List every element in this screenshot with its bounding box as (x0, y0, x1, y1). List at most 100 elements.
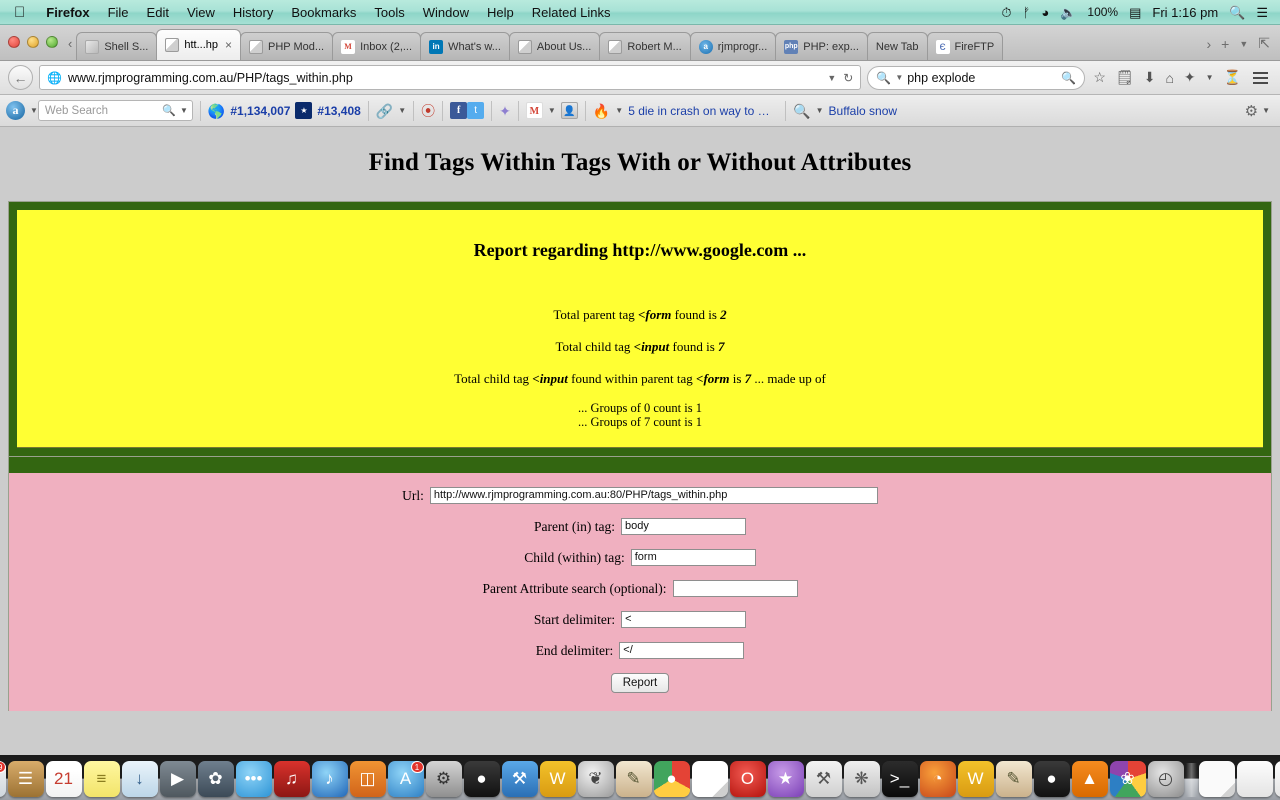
dock-icon-wolfram-alt[interactable]: W (957, 761, 994, 797)
browser-tab[interactable]: Robert M... (599, 32, 691, 60)
sparkle-icon[interactable]: ✦ (499, 104, 511, 118)
menu-item-firefox[interactable]: Firefox (37, 5, 98, 20)
start-delimiter-field[interactable]: < (621, 611, 747, 628)
alexa-caret-icon[interactable]: ▼ (30, 106, 38, 115)
dock-icon-time-machine[interactable]: ◴ (1147, 761, 1184, 797)
browser-tab[interactable]: є FireFTP (926, 32, 1004, 60)
dock-icon-wolfram[interactable]: W (539, 761, 576, 797)
dock-icon-app-store[interactable]: A1 (387, 761, 424, 797)
dock-icon-facetime[interactable]: ▶ (159, 761, 196, 797)
dock-icon-document-window-2[interactable] (1274, 761, 1280, 797)
menu-item-window[interactable]: Window (414, 5, 478, 20)
history-icon[interactable]: ⏳ (1222, 69, 1243, 86)
dock-icon-document-window-1[interactable] (1236, 761, 1273, 797)
browser-tab[interactable]: M Inbox (2,... (332, 32, 422, 60)
browser-tab[interactable]: Shell S... (76, 32, 158, 60)
gear-icon[interactable]: ⚙ (1245, 102, 1258, 120)
url-field[interactable]: http://www.rjmprogramming.com.au:80/PHP/… (429, 487, 878, 504)
parent-attribute-field[interactable] (672, 580, 798, 597)
facebook-share-icon[interactable]: f (450, 102, 468, 119)
link-icon[interactable]: 🔗 (376, 104, 393, 118)
web-search-input[interactable]: Web Search 🔍 ▼ (37, 100, 193, 121)
volume-icon[interactable]: 🔈 (1060, 6, 1076, 19)
dock-icon-libreoffice[interactable] (691, 761, 728, 797)
url-bar[interactable]: 🌐 www.rjmprogramming.com.au/PHP/tags_wit… (39, 65, 862, 90)
menu-item-tools[interactable]: Tools (365, 5, 413, 20)
dock-icon-picasa[interactable]: ❀ (1109, 761, 1146, 797)
dock-icon-messages[interactable]: ••• (235, 761, 272, 797)
home-icon[interactable]: ⌂ (1163, 70, 1175, 86)
apple-menu-icon[interactable]:  (14, 5, 25, 20)
dock-icon-firefox[interactable]: ◔ (919, 761, 956, 797)
dock-icon-git-tower[interactable]: ❦ (577, 761, 614, 797)
dock-icon-gimp[interactable]: ● (463, 761, 500, 797)
clock-icon[interactable]: ⏱ (1001, 6, 1011, 19)
report-submit-button[interactable]: Report (610, 673, 670, 693)
search-icon[interactable]: 🔍 (876, 71, 891, 85)
reader-list-icon[interactable]: 🗒 (1114, 69, 1136, 86)
dock-icon-xcode[interactable]: ⚒ (501, 761, 538, 797)
contacts-icon[interactable]: 👤 (560, 102, 578, 119)
addons-icon[interactable]: ✦ (1182, 69, 1198, 86)
menu-item-bookmarks[interactable]: Bookmarks (282, 5, 365, 20)
dock-icon-iphoto[interactable]: ❋ (843, 761, 880, 797)
minimize-window-button[interactable] (27, 36, 39, 48)
restore-window-icon[interactable]: ⇱ (1258, 35, 1270, 52)
dock-icon-calendar[interactable]: 21 (45, 761, 82, 797)
addons-caret-icon[interactable]: ▼ (1204, 73, 1216, 82)
weather-link[interactable]: Buffalo snow (829, 104, 898, 118)
web-search-caret-icon[interactable]: ▼ (180, 106, 188, 115)
browser-tab[interactable]: New Tab (866, 32, 928, 60)
dock-icon-vlc[interactable]: ▲ (1071, 761, 1108, 797)
alexa-global-rank[interactable]: #1,134,007 (230, 104, 290, 118)
dock-icon-system-preferences[interactable]: ⚙ (425, 761, 462, 797)
menu-item-help[interactable]: Help (478, 5, 523, 20)
news-headline-link[interactable]: 5 die in crash on way to Di... (628, 104, 778, 118)
menu-item-view[interactable]: View (178, 5, 224, 20)
gmail-notifier-icon[interactable]: M (525, 102, 543, 119)
alexa-country-rank[interactable]: #13,408 (317, 104, 360, 118)
close-window-button[interactable] (8, 36, 20, 48)
dock-icon-photo-booth[interactable]: ✿ (197, 761, 234, 797)
hamburger-menu-icon[interactable] (1249, 71, 1272, 84)
dock-icon-address-book[interactable]: ☰ (7, 761, 44, 797)
dock-icon-mail[interactable]: ✉509 (0, 761, 6, 797)
menu-bar-clock[interactable]: Fri 1:16 pm (1152, 5, 1218, 20)
stumbleupon-icon[interactable]: ⦿ (421, 104, 435, 118)
back-button[interactable]: ← (8, 65, 33, 90)
bookmark-star-icon[interactable]: ☆ (1091, 69, 1108, 86)
tab-menu-caret-icon[interactable]: ▼ (1239, 39, 1248, 49)
dock-icon-itunes-store[interactable]: ♫ (273, 761, 310, 797)
dropmarker-caret-icon[interactable]: ▼ (827, 73, 836, 83)
menu-item-file[interactable]: File (99, 5, 138, 20)
dock-icon-gimp-alt[interactable]: ● (1033, 761, 1070, 797)
search-go-icon[interactable]: 🔍 (1061, 71, 1076, 85)
wifi-icon[interactable]: ◕ (1041, 6, 1049, 19)
menu-item-edit[interactable]: Edit (138, 5, 178, 20)
search-icon[interactable]: 🔍 (162, 104, 176, 117)
link-caret-icon[interactable]: ▼ (398, 106, 406, 115)
alexa-icon[interactable]: a (6, 101, 25, 120)
downloads-icon[interactable]: ⬇ (1142, 69, 1158, 86)
new-tab-icon[interactable]: + (1221, 36, 1229, 52)
dock-icon-app-store-updates[interactable]: ↓ (121, 761, 158, 797)
site-identity-globe-icon[interactable]: 🌐 (47, 71, 62, 85)
battery-icon[interactable]: ▤ (1129, 6, 1141, 19)
browser-tab[interactable]: PHP Mod... (240, 32, 334, 60)
child-tag-field[interactable]: form (630, 549, 756, 566)
spotlight-search-icon[interactable]: 🔍 (1229, 6, 1245, 19)
reload-icon[interactable]: ↻ (843, 71, 853, 85)
dock-icon-opera[interactable]: O (729, 761, 766, 797)
search-bar[interactable]: 🔍 ▼ php explode 🔍 (867, 65, 1086, 90)
tab-close-icon[interactable]: × (225, 38, 232, 52)
dock-icon-downloads-stack[interactable] (1198, 761, 1235, 797)
dock-icon-google-chrome[interactable]: ● (653, 761, 690, 797)
twitter-share-icon[interactable]: t (467, 102, 485, 119)
dock-icon-terminal[interactable]: >_ (881, 761, 918, 797)
gear-caret-icon[interactable]: ▼ (1262, 106, 1270, 115)
list-all-tabs-icon[interactable]: › (1206, 36, 1211, 52)
browser-tab[interactable]: in What's w... (420, 32, 510, 60)
dock-icon-paintbrush-app[interactable]: ✎ (615, 761, 652, 797)
dock-icon-itunes[interactable]: ♪ (311, 761, 348, 797)
scroll-tabs-left-icon[interactable]: ‹ (66, 36, 76, 60)
